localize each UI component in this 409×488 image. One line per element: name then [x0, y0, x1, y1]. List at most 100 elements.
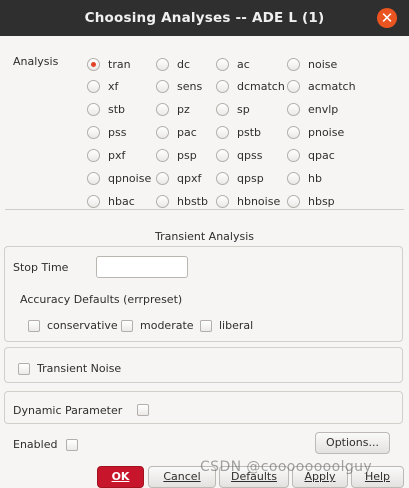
radio-hb[interactable]: hb: [287, 171, 322, 185]
radio-icon: [216, 102, 229, 116]
radio-label: hbnoise: [237, 194, 281, 208]
radio-ac[interactable]: ac: [216, 57, 250, 71]
radio-qpnoise[interactable]: qpnoise: [87, 171, 151, 185]
radio-selected-icon: [87, 57, 100, 71]
radio-pxf[interactable]: pxf: [87, 148, 125, 162]
radio-icon: [287, 148, 300, 162]
ok-button[interactable]: OK: [97, 466, 144, 488]
radio-acmatch[interactable]: acmatch: [287, 79, 356, 93]
radio-label: stb: [108, 102, 126, 116]
radio-label: pxf: [108, 148, 126, 162]
checkbox-label: moderate: [140, 319, 194, 332]
radio-label: acmatch: [308, 79, 356, 93]
radio-qpac[interactable]: qpac: [287, 148, 335, 162]
options-button[interactable]: Options...: [315, 432, 390, 454]
radio-xf[interactable]: xf: [87, 79, 118, 93]
title-bar: Choosing Analyses -- ADE L (1) ✕: [0, 0, 409, 36]
checkbox-label: Transient Noise: [37, 362, 122, 375]
radio-label: hbsp: [308, 194, 335, 208]
radio-envlp[interactable]: envlp: [287, 102, 338, 116]
radio-hbstb[interactable]: hbstb: [156, 194, 208, 208]
radio-icon: [156, 102, 169, 116]
radio-pss[interactable]: pss: [87, 125, 126, 139]
stop-time-label: Stop Time: [13, 261, 69, 274]
radio-noise[interactable]: noise: [287, 57, 337, 71]
checkbox-icon: [66, 439, 78, 451]
radio-qpxf[interactable]: qpxf: [156, 171, 201, 185]
window-title: Choosing Analyses -- ADE L (1): [84, 10, 325, 26]
radio-pz[interactable]: pz: [156, 102, 190, 116]
radio-label: sens: [177, 79, 203, 93]
radio-icon: [216, 148, 229, 162]
radio-dc[interactable]: dc: [156, 57, 190, 71]
radio-label: ac: [237, 57, 250, 71]
checkbox-icon: [18, 362, 30, 375]
radio-label: noise: [308, 57, 338, 71]
radio-label: pss: [108, 125, 127, 139]
radio-qpss[interactable]: qpss: [216, 148, 262, 162]
radio-hbac[interactable]: hbac: [87, 194, 135, 208]
radio-psp[interactable]: psp: [156, 148, 197, 162]
radio-sp[interactable]: sp: [216, 102, 250, 116]
radio-label: qpss: [237, 148, 263, 162]
checkbox-enabled[interactable]: [66, 439, 78, 451]
radio-label: qpsp: [237, 171, 264, 185]
watermark: CSDN @coooooooolguy: [200, 459, 373, 475]
radio-label: hbstb: [177, 194, 208, 208]
radio-qpsp[interactable]: qpsp: [216, 171, 264, 185]
radio-label: qpxf: [177, 171, 202, 185]
radio-pstb[interactable]: pstb: [216, 125, 261, 139]
radio-icon: [87, 171, 100, 185]
enabled-label: Enabled: [13, 438, 58, 451]
radio-icon: [287, 57, 300, 71]
stop-time-input[interactable]: [96, 256, 188, 278]
checkbox-icon: [137, 404, 149, 416]
radio-icon: [156, 79, 169, 93]
radio-icon: [156, 125, 169, 139]
radio-label: sp: [237, 102, 250, 116]
radio-label: qpnoise: [108, 171, 152, 185]
checkbox-dynamic-parameter[interactable]: [137, 404, 149, 416]
radio-label: hb: [308, 171, 322, 185]
radio-label: dc: [177, 57, 191, 71]
analysis-panel: Analysis tran dc ac noise xf sens dcmatc…: [5, 42, 404, 210]
radio-icon: [156, 171, 169, 185]
checkbox-transient-noise[interactable]: Transient Noise: [18, 362, 121, 375]
radio-icon: [87, 125, 100, 139]
radio-icon: [216, 171, 229, 185]
cancel-label: Cancel: [163, 470, 201, 483]
radio-label: qpac: [308, 148, 335, 162]
radio-icon: [287, 102, 300, 116]
radio-label: hbac: [108, 194, 135, 208]
radio-dcmatch[interactable]: dcmatch: [216, 79, 285, 93]
radio-icon: [216, 125, 229, 139]
checkbox-label: liberal: [219, 319, 254, 332]
radio-label: xf: [108, 79, 119, 93]
radio-sens[interactable]: sens: [156, 79, 202, 93]
radio-icon: [216, 194, 229, 208]
radio-icon: [156, 57, 169, 71]
radio-icon: [87, 79, 100, 93]
radio-icon: [87, 102, 100, 116]
checkbox-moderate[interactable]: moderate: [121, 319, 194, 332]
radio-label: dcmatch: [237, 79, 285, 93]
accuracy-label: Accuracy Defaults (errpreset): [20, 293, 183, 306]
radio-icon: [287, 171, 300, 185]
checkbox-conservative[interactable]: conservative: [28, 319, 118, 332]
radio-pac[interactable]: pac: [156, 125, 197, 139]
checkbox-icon: [121, 319, 133, 332]
checkbox-label: conservative: [47, 319, 118, 332]
checkbox-liberal[interactable]: liberal: [200, 319, 253, 332]
radio-label: tran: [108, 57, 131, 71]
close-icon[interactable]: ✕: [377, 8, 397, 28]
radio-icon: [216, 57, 229, 71]
radio-tran[interactable]: tran: [87, 57, 131, 71]
radio-stb[interactable]: stb: [87, 102, 125, 116]
checkbox-icon: [28, 319, 40, 332]
radio-icon: [287, 194, 300, 208]
radio-icon: [287, 79, 300, 93]
radio-hbsp[interactable]: hbsp: [287, 194, 335, 208]
radio-hbnoise[interactable]: hbnoise: [216, 194, 280, 208]
section-title: Transient Analysis: [155, 230, 254, 243]
radio-pnoise[interactable]: pnoise: [287, 125, 344, 139]
